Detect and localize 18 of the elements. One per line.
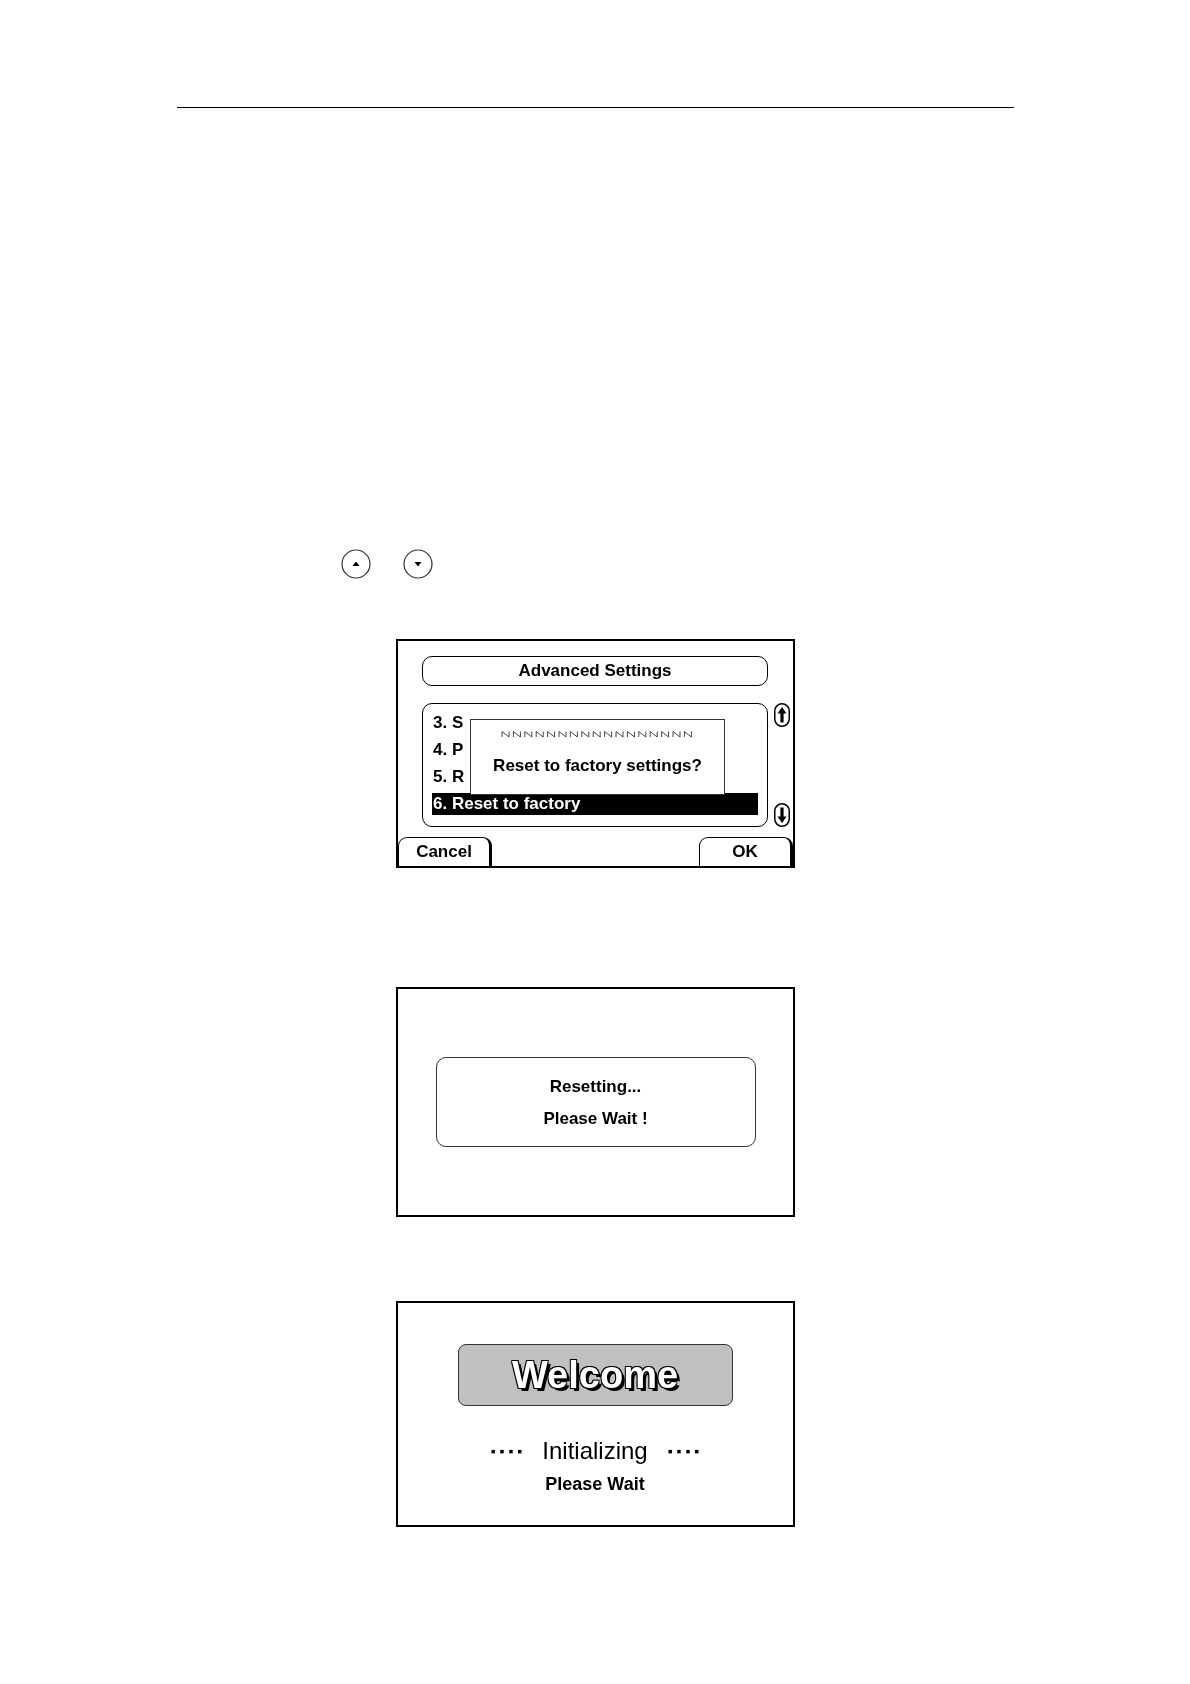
message-text: Please Wait ! (543, 1107, 648, 1129)
softkey-button[interactable]: OK (699, 837, 793, 866)
screen-title: Advanced Settings (422, 656, 768, 686)
zigzag-line-icon (500, 730, 695, 738)
dots-text: ▪ ▪ ▪ ▪ (490, 1442, 523, 1461)
menu-item[interactable]: 6. Reset to factory (432, 793, 758, 815)
message-text: Resetting... (549, 1075, 642, 1097)
wait-text: Please Wait (545, 1473, 645, 1495)
softkey-button[interactable]: Cancel (398, 837, 492, 866)
welcome-banner: Welcome (457, 1344, 733, 1406)
dots-text: ▪ ▪ ▪ ▪ (667, 1442, 700, 1461)
scroll-down-icon (774, 803, 790, 827)
menu-item[interactable]: 5. R (432, 766, 465, 788)
status-text: Initializing (542, 1436, 648, 1466)
dialog-message: Reset to factory settings? (493, 756, 702, 776)
menu-item[interactable]: 3. S (432, 712, 464, 734)
scroll-up-icon (774, 703, 790, 727)
menu-item[interactable]: 4. P (432, 739, 464, 761)
